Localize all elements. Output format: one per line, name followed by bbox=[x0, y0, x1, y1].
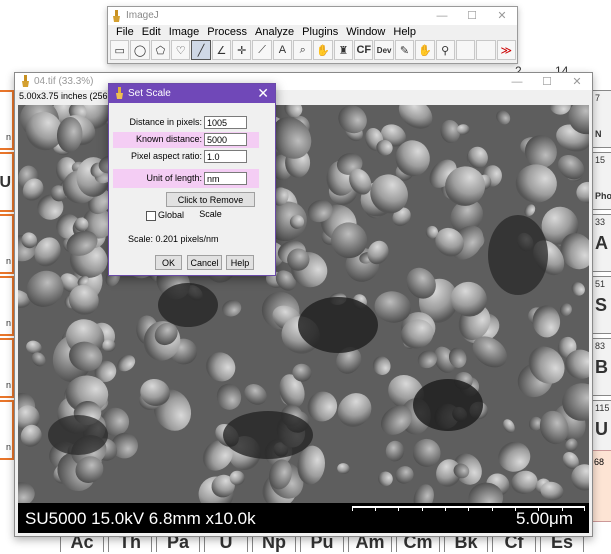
element-tile: n bbox=[0, 276, 14, 336]
element-tile: 51 S bbox=[592, 276, 611, 334]
imagej-main-window: ImageJ — ☐ ✕ File Edit Image Process Ana… bbox=[107, 6, 518, 64]
imagej-logo-icon bbox=[22, 75, 29, 87]
line-tool-icon[interactable]: ╱ bbox=[191, 40, 211, 60]
window-controls: — ☐ ✕ bbox=[502, 73, 592, 91]
menu-edit[interactable]: Edit bbox=[138, 25, 165, 40]
element-tile: 15 Pho bbox=[592, 152, 611, 210]
ok-button[interactable]: OK bbox=[155, 255, 182, 270]
element-tile: n bbox=[0, 214, 14, 274]
polygon-tool-icon[interactable]: ⬠ bbox=[150, 40, 171, 60]
dialog-title: Set Scale bbox=[128, 88, 171, 99]
background-right-tiles: 7N 15 Pho 33 A 51 S 83 B 115 U bbox=[592, 90, 611, 458]
element-tile: 7N bbox=[592, 90, 611, 148]
aspect-ratio-field[interactable]: 1.0 bbox=[204, 150, 247, 163]
image-window-titlebar[interactable]: 04.tif (33.3%) — ☐ ✕ bbox=[15, 73, 592, 90]
dev-tool-icon[interactable]: Dev bbox=[374, 40, 394, 60]
menu-file[interactable]: File bbox=[112, 25, 138, 40]
cf-tool-icon[interactable]: CF bbox=[354, 40, 374, 60]
help-button[interactable]: Help bbox=[226, 255, 254, 270]
element-tile: 83 B bbox=[592, 338, 611, 396]
wand-tool-icon[interactable]: ⟋ bbox=[252, 40, 272, 60]
point-tool-icon[interactable]: ✛ bbox=[232, 40, 252, 60]
menu-help[interactable]: Help bbox=[389, 25, 420, 40]
window-controls: — ☐ ✕ bbox=[427, 7, 517, 25]
toolbar: ▭ ◯ ⬠ ♡ ╱ ∠ ✛ ⟋ A ⌕ ✋ ♜ CF Dev ✎ ✋ ⚲ ≫ bbox=[108, 40, 517, 62]
imagej-title: ImageJ bbox=[126, 10, 159, 21]
image-window: 04.tif (33.3%) — ☐ ✕ 5.00x3.75 inches (2… bbox=[14, 72, 593, 537]
known-distance-field[interactable]: 5000 bbox=[204, 133, 247, 146]
maximize-icon[interactable]: ☐ bbox=[457, 7, 487, 25]
element-tile: n bbox=[0, 400, 14, 460]
maximize-icon[interactable]: ☐ bbox=[532, 73, 562, 91]
distance-field[interactable]: 1005 bbox=[204, 116, 247, 129]
background-left-tiles: n U n n n n bbox=[0, 90, 14, 460]
sem-parameters: SU5000 15.0kV 6.8mm x10.0k bbox=[25, 509, 256, 528]
more-tools-icon[interactable]: ≫ bbox=[496, 40, 516, 60]
angle-tool-icon[interactable]: ∠ bbox=[211, 40, 232, 60]
magnifier-tool-icon[interactable]: ⌕ bbox=[293, 40, 313, 60]
global-label: Global bbox=[158, 210, 185, 220]
dropper-tool-icon[interactable]: ♜ bbox=[333, 40, 354, 60]
sem-info-bar: SU5000 15.0kV 6.8mm x10.0k 5.00μm bbox=[18, 503, 589, 533]
image-info: 5.00x3.75 inches (2560x bbox=[19, 91, 118, 101]
rectangle-tool-icon[interactable]: ▭ bbox=[110, 40, 130, 60]
close-icon[interactable]: ✕ bbox=[562, 73, 592, 91]
menu-plugins[interactable]: Plugins bbox=[298, 25, 342, 40]
known-distance-row: Known distance: 5000 bbox=[113, 132, 259, 148]
scale-readout: Scale: 0.201 pixels/nm bbox=[128, 234, 219, 244]
image-window-title: 04.tif (33.3%) bbox=[34, 76, 94, 87]
aspect-row: Pixel aspect ratio: 1.0 bbox=[113, 149, 259, 165]
element-tile: U bbox=[0, 152, 14, 212]
unit-label: Unit of length: bbox=[146, 173, 202, 183]
imagej-titlebar[interactable]: ImageJ — ☐ ✕ bbox=[108, 7, 517, 25]
distance-row: Distance in pixels: 1005 bbox=[113, 115, 259, 131]
global-checkbox[interactable] bbox=[146, 211, 156, 221]
minimize-icon[interactable]: — bbox=[502, 73, 532, 91]
element-tile: 68 bbox=[591, 450, 611, 522]
element-tile: n bbox=[0, 90, 14, 150]
menu-process[interactable]: Process bbox=[203, 25, 251, 40]
particle bbox=[456, 124, 470, 135]
element-tile: 33 A bbox=[592, 214, 611, 272]
minimize-icon[interactable]: — bbox=[427, 7, 457, 25]
unit-row: Unit of length: nm bbox=[113, 169, 259, 188]
set-scale-dialog: Set Scale ✕ Distance in pixels: 1005 Kno… bbox=[108, 83, 276, 276]
pencil-tool-icon[interactable]: ✎ bbox=[394, 40, 415, 60]
close-icon[interactable]: ✕ bbox=[257, 85, 269, 102]
imagej-logo-icon bbox=[113, 10, 120, 22]
scale-bar-label: 5.00μm bbox=[515, 509, 573, 528]
remove-scale-button[interactable]: Click to Remove Scale bbox=[166, 192, 255, 219]
known-distance-label: Known distance: bbox=[135, 134, 202, 144]
menu-window[interactable]: Window bbox=[342, 25, 389, 40]
flood-tool-icon[interactable]: ⚲ bbox=[435, 40, 455, 60]
unit-field[interactable]: nm bbox=[204, 172, 247, 185]
empty-tool-slot[interactable] bbox=[455, 40, 476, 60]
brush-tool-icon[interactable]: ✋ bbox=[415, 40, 435, 60]
cancel-button[interactable]: Cancel bbox=[187, 255, 222, 270]
distance-label: Distance in pixels: bbox=[129, 117, 202, 127]
aspect-ratio-label: Pixel aspect ratio: bbox=[130, 151, 202, 161]
menu-image[interactable]: Image bbox=[165, 25, 204, 40]
imagej-logo-icon bbox=[116, 87, 123, 99]
hand-tool-icon[interactable]: ✋ bbox=[313, 40, 333, 60]
freehand-tool-icon[interactable]: ♡ bbox=[171, 40, 191, 60]
dialog-titlebar[interactable]: Set Scale ✕ bbox=[109, 84, 275, 103]
close-icon[interactable]: ✕ bbox=[487, 7, 517, 25]
sem-micrograph bbox=[18, 105, 589, 503]
sem-image-canvas[interactable]: SU5000 15.0kV 6.8mm x10.0k 5.00μm bbox=[18, 105, 589, 533]
particle bbox=[229, 470, 245, 486]
oval-tool-icon[interactable]: ◯ bbox=[130, 40, 150, 60]
menu-analyze[interactable]: Analyze bbox=[251, 25, 298, 40]
element-tile: n bbox=[0, 338, 14, 398]
menu-bar: File Edit Image Process Analyze Plugins … bbox=[108, 25, 517, 40]
empty-tool-slot[interactable] bbox=[476, 40, 496, 60]
text-tool-icon[interactable]: A bbox=[272, 40, 293, 60]
